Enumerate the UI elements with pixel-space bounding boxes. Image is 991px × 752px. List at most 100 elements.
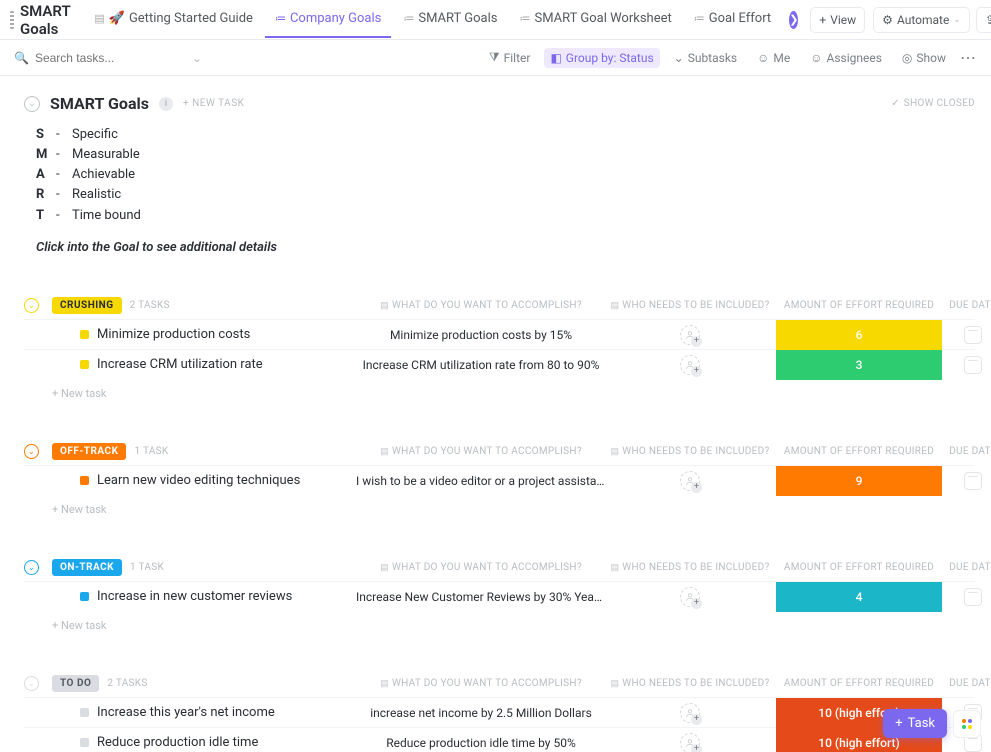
share-button[interactable]: ⇪ Share bbox=[976, 7, 991, 33]
search-icon: 🔍 bbox=[14, 51, 29, 65]
task-row[interactable]: Minimize production costs Minimize produ… bbox=[24, 319, 975, 349]
people-icon: ☺ bbox=[810, 51, 822, 65]
tab-getting-started[interactable]: ▤ 🚀 Getting Started Guide bbox=[84, 1, 263, 38]
collapse-group-icon[interactable]: ⌄ bbox=[24, 676, 39, 691]
new-task-button[interactable]: + New task bbox=[52, 387, 106, 400]
status-square-icon[interactable] bbox=[80, 330, 89, 339]
me-button[interactable]: ☺Me bbox=[751, 48, 796, 68]
accomplish-cell[interactable]: Increase New Customer Reviews by 30% Yea… bbox=[356, 590, 606, 604]
effort-cell[interactable]: 4 bbox=[776, 582, 942, 612]
status-square-icon[interactable] bbox=[80, 738, 89, 747]
assignees-button[interactable]: ☺Assignees bbox=[804, 48, 888, 68]
search-input[interactable] bbox=[35, 51, 145, 65]
task-title: Reduce production idle time bbox=[97, 735, 258, 750]
eye-icon: ◎ bbox=[902, 51, 912, 65]
assignee-add-icon[interactable] bbox=[680, 471, 700, 491]
effort-cell[interactable]: 3 bbox=[776, 350, 942, 380]
new-task-button[interactable]: + New task bbox=[52, 503, 106, 516]
text-icon: ▤ bbox=[610, 447, 619, 457]
accomplish-cell[interactable]: I wish to be a video editor or a project… bbox=[356, 474, 606, 488]
status-square-icon[interactable] bbox=[80, 592, 89, 601]
accomplish-cell[interactable]: Reduce production idle time by 50% bbox=[356, 736, 606, 750]
subtasks-button[interactable]: ⌄Subtasks bbox=[668, 48, 743, 68]
status-pill[interactable]: TO DO bbox=[52, 675, 99, 692]
goal-definitions: S-Specific M-Measurable A-Achievable R-R… bbox=[36, 125, 975, 226]
person-icon: ☺ bbox=[757, 51, 769, 65]
accomplish-cell[interactable]: Increase CRM utilization rate from 80 to… bbox=[356, 358, 606, 372]
collapse-group-icon[interactable]: ⌄ bbox=[24, 560, 39, 575]
tab-smart-goals[interactable]: ≔ SMART Goals bbox=[393, 1, 507, 38]
tab-worksheet[interactable]: ≔ SMART Goal Worksheet bbox=[509, 1, 681, 38]
add-view-button[interactable]: + View bbox=[810, 7, 865, 33]
filter-label: Filter bbox=[504, 51, 531, 65]
scroll-tabs-right-icon[interactable]: ❯ bbox=[789, 11, 798, 29]
assignee-add-icon[interactable] bbox=[680, 587, 700, 607]
task-row[interactable]: Increase in new customer reviews Increas… bbox=[24, 581, 975, 611]
task-row[interactable]: Increase CRM utilization rate Increase C… bbox=[24, 349, 975, 379]
new-task-button[interactable]: + New task bbox=[52, 619, 106, 632]
task-count: 1 TASK bbox=[130, 562, 164, 573]
text-icon: ▤ bbox=[380, 679, 389, 689]
col-included: ▤WHO NEEDS TO BE INCLUDED? bbox=[610, 562, 770, 573]
new-task-float-button[interactable]: + Task bbox=[883, 709, 947, 738]
filter-button[interactable]: ⧩Filter bbox=[483, 47, 537, 68]
list-title[interactable]: SMART Goals bbox=[50, 94, 149, 113]
list-icon: ≔ bbox=[403, 12, 414, 25]
group-icon: ◧ bbox=[550, 51, 561, 65]
status-pill[interactable]: ON-TRACK bbox=[52, 559, 122, 576]
tab-goal-effort[interactable]: ≔ Goal Effort bbox=[684, 1, 781, 38]
assignee-add-icon[interactable] bbox=[680, 355, 700, 375]
search-tasks[interactable]: 🔍 bbox=[14, 51, 184, 65]
status-group: ⌄ CRUSHING 2 TASKS ▤WHAT DO YOU WANT TO … bbox=[24, 293, 975, 401]
collapse-list-icon[interactable]: ⌄ bbox=[24, 96, 40, 112]
search-dropdown-chevron-icon[interactable]: ⌄ bbox=[192, 51, 202, 65]
accomplish-cell[interactable]: increase net income by 2.5 Million Dolla… bbox=[356, 706, 606, 720]
accomplish-cell[interactable]: Minimize production costs by 15% bbox=[356, 328, 606, 342]
info-icon[interactable]: i bbox=[159, 97, 173, 111]
status-pill[interactable]: CRUSHING bbox=[52, 297, 122, 314]
automate-button[interactable]: ⚙ Automate ⌄ bbox=[873, 7, 970, 33]
collapse-group-icon[interactable]: ⌄ bbox=[24, 444, 39, 459]
tab-label: SMART Goal Worksheet bbox=[534, 11, 671, 26]
top-bar: SMART Goals ▤ 🚀 Getting Started Guide ≔ … bbox=[0, 0, 991, 40]
apps-launcher-icon[interactable] bbox=[953, 710, 981, 738]
subtasks-label: Subtasks bbox=[688, 51, 737, 65]
effort-cell[interactable]: 6 bbox=[776, 320, 942, 350]
space-title[interactable]: SMART Goals bbox=[20, 2, 70, 38]
list-icon: ≔ bbox=[275, 12, 286, 25]
show-button[interactable]: ◎Show bbox=[896, 48, 952, 68]
text-icon: ▤ bbox=[380, 447, 389, 457]
show-closed-label: SHOW CLOSED bbox=[904, 98, 975, 109]
task-count: 1 TASK bbox=[134, 446, 168, 457]
text-icon: ▤ bbox=[380, 563, 389, 573]
float-task-label: Task bbox=[908, 716, 935, 731]
due-date-placeholder-icon[interactable] bbox=[964, 326, 982, 344]
status-square-icon[interactable] bbox=[80, 476, 89, 485]
task-row[interactable]: Reduce production idle time Reduce produ… bbox=[24, 727, 975, 752]
due-date-placeholder-icon[interactable] bbox=[964, 472, 982, 490]
tab-company-goals[interactable]: ≔ Company Goals bbox=[265, 1, 391, 38]
task-row[interactable]: Increase this year's net income increase… bbox=[24, 697, 975, 727]
status-square-icon[interactable] bbox=[80, 708, 89, 717]
effort-cell[interactable]: 9 bbox=[776, 466, 942, 496]
list-header: ⌄ SMART Goals i + NEW TASK ✓SHOW CLOSED bbox=[24, 94, 975, 113]
new-task-header-button[interactable]: + NEW TASK bbox=[183, 98, 244, 109]
task-row[interactable]: Learn new video editing techniques I wis… bbox=[24, 465, 975, 495]
col-accomplish: ▤WHAT DO YOU WANT TO ACCOMPLISH? bbox=[356, 446, 606, 457]
col-due: DUE DATE bbox=[948, 300, 991, 311]
assignee-add-icon[interactable] bbox=[680, 733, 700, 752]
collapse-group-icon[interactable]: ⌄ bbox=[24, 298, 39, 313]
col-due: DUE DATE bbox=[948, 678, 991, 689]
group-by-button[interactable]: ◧Group by: Status bbox=[544, 48, 659, 68]
due-date-placeholder-icon[interactable] bbox=[964, 356, 982, 374]
task-title: Increase CRM utilization rate bbox=[97, 357, 263, 372]
status-pill[interactable]: OFF-TRACK bbox=[52, 443, 126, 460]
status-group: ⌄ TO DO 2 TASKS ▤WHAT DO YOU WANT TO ACC… bbox=[24, 671, 975, 752]
show-closed-button[interactable]: ✓SHOW CLOSED bbox=[891, 98, 975, 109]
status-square-icon[interactable] bbox=[80, 360, 89, 369]
def-row: M-Measurable bbox=[36, 145, 975, 165]
due-date-placeholder-icon[interactable] bbox=[964, 588, 982, 606]
more-options-icon[interactable]: ⋯ bbox=[960, 48, 977, 67]
assignee-add-icon[interactable] bbox=[680, 703, 700, 723]
assignee-add-icon[interactable] bbox=[680, 325, 700, 345]
